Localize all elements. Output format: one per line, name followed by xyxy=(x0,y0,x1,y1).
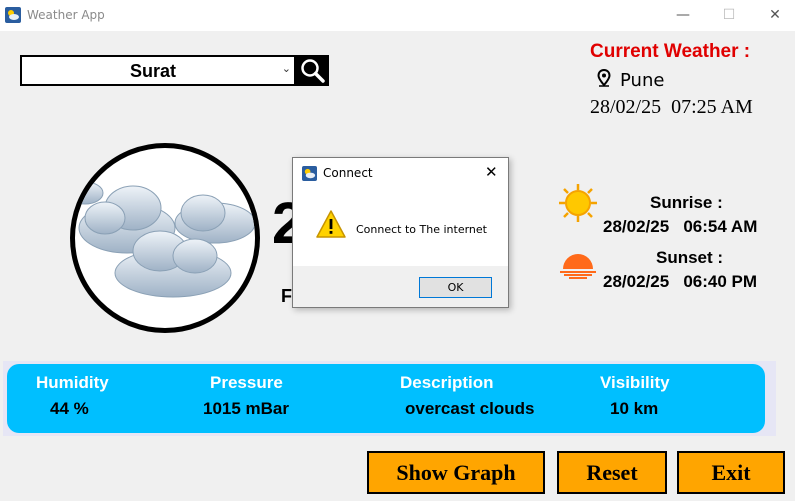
search-button[interactable] xyxy=(296,55,329,86)
visibility-value: 10 km xyxy=(610,399,659,418)
pressure-value: 1015 mBar xyxy=(203,399,290,418)
dialog-ok-label: OK xyxy=(447,281,464,294)
sunrise-value: 28/02/25 06:54 AM xyxy=(603,217,758,236)
description-value: overcast clouds xyxy=(405,399,535,418)
city-combobox[interactable]: Surat ⌄ xyxy=(20,55,296,86)
show-graph-button[interactable]: Show Graph xyxy=(367,451,545,494)
sunset-label: Sunset : xyxy=(656,248,724,267)
sunset-value: 28/02/25 06:40 PM xyxy=(603,272,758,291)
window-title: Weather App xyxy=(27,8,105,22)
dialog-body: Connect to The internet xyxy=(293,188,508,266)
sunrise-icon xyxy=(559,184,597,222)
app-weather-icon xyxy=(302,166,317,181)
warning-icon xyxy=(316,210,346,238)
dialog-title: Connect xyxy=(323,166,373,180)
sunrise-label: Sunrise : xyxy=(650,193,723,212)
weather-icon-frame xyxy=(70,143,260,333)
maximize-button[interactable]: ☐ xyxy=(706,0,752,31)
dialog-close-button[interactable]: ✕ xyxy=(485,163,498,181)
close-window-button[interactable]: ✕ xyxy=(752,0,795,31)
pressure-label: Pressure xyxy=(210,373,283,392)
app-weather-icon xyxy=(5,7,21,23)
exit-button[interactable]: Exit xyxy=(677,451,785,494)
location-pin-icon xyxy=(597,69,611,87)
connect-dialog: Connect ✕ Connect to The internet OK xyxy=(292,157,509,308)
overcast-clouds-icon xyxy=(75,181,255,298)
current-location: Pune xyxy=(620,70,665,91)
window-titlebar: Weather App — ☐ ✕ xyxy=(0,0,795,31)
city-combobox-value: Surat xyxy=(129,61,176,81)
reset-button[interactable]: Reset xyxy=(557,451,667,494)
dialog-titlebar: Connect ✕ xyxy=(293,158,508,188)
description-label: Description xyxy=(400,373,494,392)
search-icon xyxy=(301,59,325,83)
humidity-label: Humidity xyxy=(36,373,109,392)
visibility-label: Visibility xyxy=(600,373,670,392)
current-datetime: 28/02/25 07:25 AM xyxy=(590,96,753,118)
minimize-button[interactable]: — xyxy=(660,0,706,31)
dialog-message: Connect to The internet xyxy=(356,223,487,236)
humidity-value: 44 % xyxy=(50,399,89,418)
dialog-ok-button[interactable]: OK xyxy=(419,277,492,298)
temperature-value: 2 xyxy=(272,191,292,256)
chevron-down-icon[interactable]: ⌄ xyxy=(282,62,291,75)
current-weather-heading: Current Weather : xyxy=(590,41,751,62)
sunset-icon xyxy=(560,254,596,279)
